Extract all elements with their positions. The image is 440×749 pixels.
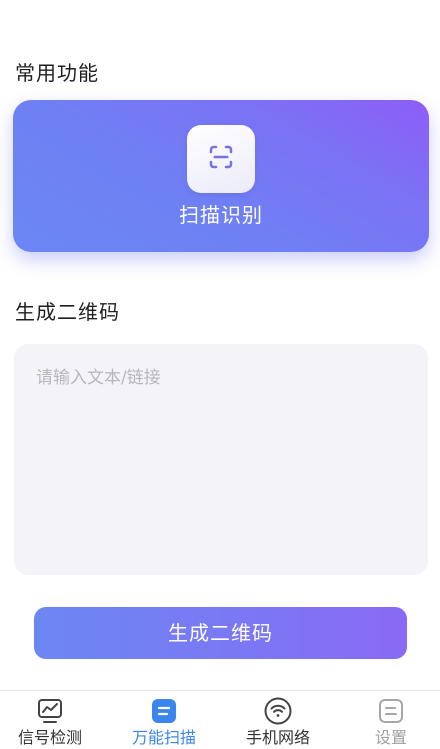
generate-qrcode-button[interactable]: 生成二维码 xyxy=(34,607,407,659)
tab-label: 信号检测 xyxy=(17,728,82,747)
generate-qrcode-title: 生成二维码 xyxy=(15,300,120,324)
scan-tab-icon xyxy=(151,698,177,724)
scan-icon-tile xyxy=(187,125,255,193)
tab-label: 设置 xyxy=(374,728,407,747)
bottom-tab-bar: 信号检测 万能扫描 手机网络 设置 xyxy=(0,690,440,749)
tab-label: 万能扫描 xyxy=(131,728,196,747)
wifi-icon xyxy=(264,697,292,725)
tab-settings[interactable]: 设置 xyxy=(346,691,436,749)
tab-label: 手机网络 xyxy=(245,728,310,747)
common-functions-title: 常用功能 xyxy=(15,61,99,85)
tab-universal-scan[interactable]: 万能扫描 xyxy=(119,691,209,749)
scan-icon xyxy=(206,142,236,176)
tab-phone-network[interactable]: 手机网络 xyxy=(233,691,323,749)
signal-chart-icon xyxy=(37,698,63,724)
scan-recognize-label: 扫描识别 xyxy=(179,203,263,227)
tab-signal-detect[interactable]: 信号检测 xyxy=(5,691,95,749)
settings-icon xyxy=(378,698,404,724)
qrcode-text-input-container xyxy=(14,344,428,575)
scan-recognize-card[interactable]: 扫描识别 xyxy=(13,100,429,252)
qrcode-text-input[interactable] xyxy=(14,344,428,575)
